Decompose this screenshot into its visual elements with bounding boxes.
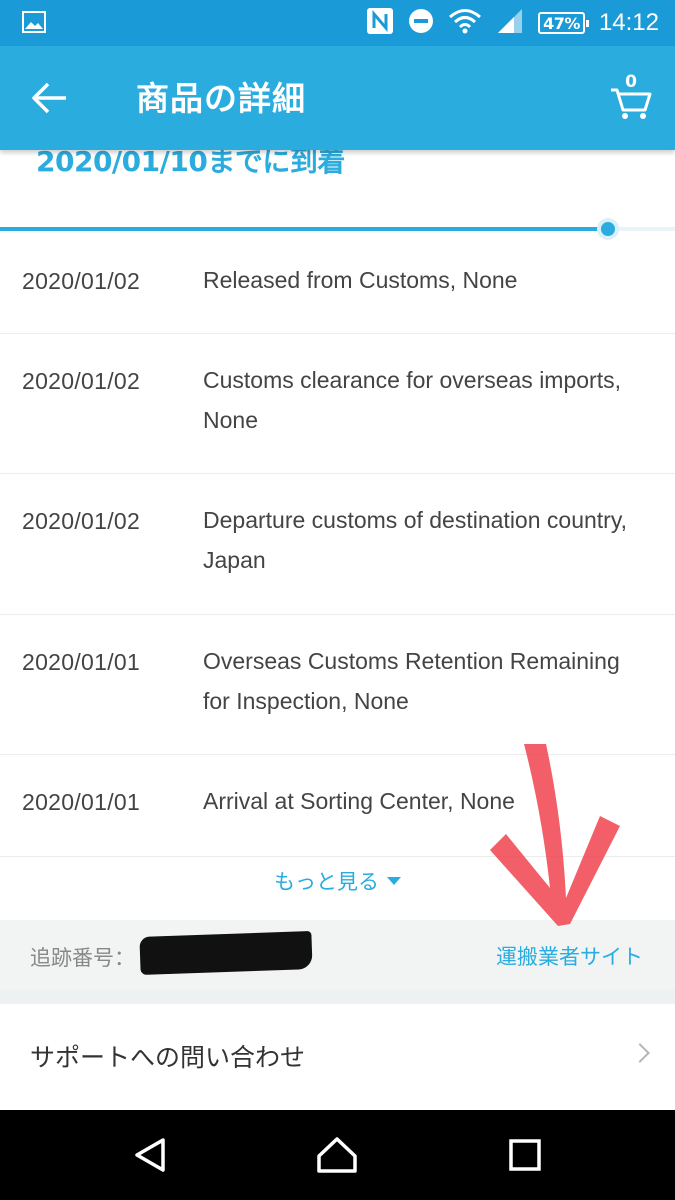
signal-icon [496,8,524,38]
event-description: Released from Customs, None [203,267,518,293]
event-description: Overseas Customs Retention Remaining for… [203,648,620,714]
status-bar: 47% 14:12 [0,0,675,46]
do-not-disturb-icon [408,8,434,38]
back-arrow-icon[interactable] [30,78,74,118]
support-contact-label: サポートへの問い合わせ [30,1043,306,1072]
nav-recents-icon[interactable] [502,1132,548,1178]
nfc-icon [366,7,394,39]
carrier-site-link[interactable]: 運搬業者サイト [496,941,643,971]
show-more-label: もっと見る [274,870,379,894]
tracking-event: 2020/01/01 Overseas Customs Retention Re… [0,615,675,755]
chevron-right-icon [630,1043,650,1063]
show-more-button[interactable]: もっと見る [0,866,675,896]
section-divider [0,990,675,1004]
image-icon [22,11,46,37]
nav-back-icon[interactable] [128,1132,174,1178]
clock: 14:12 [598,9,659,36]
event-date: 2020/01/02 [22,268,141,294]
event-date: 2020/01/01 [22,649,141,675]
redaction-mark [139,931,313,975]
event-description: Arrival at Sorting Center, None [203,788,515,814]
tracking-event: 2020/01/02 Customs clearance for oversea… [0,334,675,474]
tracking-number-bar: 追跡番号： LL N 運搬業者サイト [0,920,675,990]
battery-indicator: 47% [538,12,589,34]
event-date: 2020/01/02 [22,508,141,534]
tracking-event: 2020/01/02 Departure customs of destinat… [0,474,675,615]
system-nav-bar [0,1110,675,1200]
shipping-progress-bar [0,218,675,240]
support-contact-row[interactable]: サポートへの問い合わせ [0,1004,675,1110]
event-date: 2020/01/01 [22,789,141,815]
wifi-icon [448,8,482,38]
app-bar: 商品の詳細 0 [0,46,675,150]
nav-home-icon[interactable] [314,1132,360,1178]
cart-count-badge: 0 [625,72,637,92]
tracking-event: 2020/01/02 Released from Customs, None [0,234,675,334]
tracking-event: 2020/01/01 Arrival at Sorting Center, No… [0,755,675,857]
page-title: 商品の詳細 [136,79,306,118]
tracking-events-list: 2020/01/02 Released from Customs, None 2… [0,234,675,857]
progress-fill [0,227,608,231]
event-date: 2020/01/02 [22,368,141,394]
caret-down-icon [387,877,401,885]
event-description: Customs clearance for overseas imports, … [203,367,621,433]
event-description: Departure customs of destination country… [203,507,628,573]
tracking-number-label: 追跡番号： [30,946,135,970]
